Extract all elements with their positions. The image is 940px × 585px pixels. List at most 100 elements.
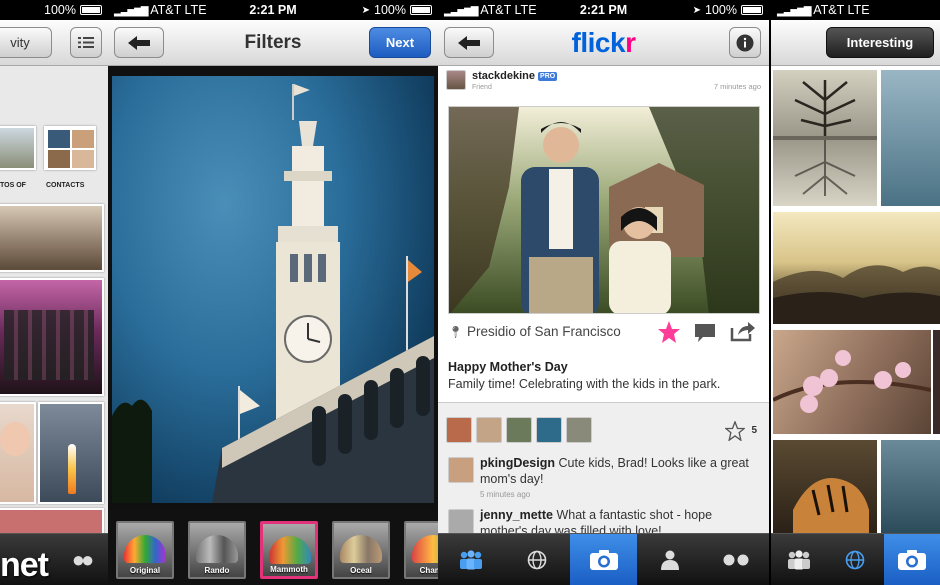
screen-contacts-activity: 100% vity TOS OF CONTACTS ●● net bbox=[0, 0, 108, 585]
filter-label: Oceal bbox=[350, 566, 372, 575]
photo-rocket-launch[interactable] bbox=[38, 402, 104, 504]
camera-icon bbox=[589, 549, 618, 570]
tab-more[interactable] bbox=[703, 534, 769, 585]
comment-icon[interactable] bbox=[694, 323, 716, 343]
photo-tree-reflection[interactable] bbox=[773, 70, 877, 206]
location[interactable]: 📍︎ Presidio of San Francisco bbox=[448, 324, 621, 339]
contact-avatar bbox=[48, 150, 70, 168]
list-view-button[interactable] bbox=[70, 27, 102, 58]
globe-icon bbox=[846, 550, 865, 569]
balloon-icon bbox=[196, 535, 238, 563]
owner-username[interactable]: stackdekine PRO bbox=[472, 70, 558, 82]
share-icon[interactable] bbox=[730, 320, 756, 342]
back-button[interactable] bbox=[114, 27, 164, 58]
filter-strip: Original Rando Mammoth Oceal Chame bbox=[108, 510, 438, 585]
tab-contacts[interactable] bbox=[438, 534, 504, 585]
contacts-caption: CONTACTS bbox=[46, 182, 85, 189]
info-button[interactable] bbox=[729, 27, 761, 58]
relationship-label: Friend bbox=[472, 84, 492, 91]
person-icon bbox=[660, 550, 679, 570]
fave-avatar[interactable] bbox=[506, 417, 532, 443]
tab-explore[interactable] bbox=[504, 534, 570, 585]
logo-part-pink: r bbox=[625, 27, 636, 58]
contact-avatar bbox=[72, 150, 94, 168]
next-button[interactable]: Next bbox=[369, 27, 431, 58]
photo-partial-edge[interactable] bbox=[933, 330, 940, 434]
group-figures bbox=[4, 310, 94, 380]
balloon-icon bbox=[340, 535, 382, 563]
tab-camera[interactable] bbox=[570, 534, 637, 585]
tab-contacts[interactable] bbox=[771, 534, 827, 585]
status-bar: 100% bbox=[0, 0, 108, 20]
photos-of-thumbnail[interactable] bbox=[0, 126, 36, 170]
filter-oceal[interactable]: Oceal bbox=[332, 521, 390, 579]
globe-icon bbox=[527, 550, 547, 569]
contact-avatar bbox=[72, 130, 94, 148]
screen-explore-interesting: ▂▃▅▆▇ AT&T LTE Interesting bbox=[771, 0, 940, 585]
photo-great-wall[interactable] bbox=[0, 204, 104, 272]
fave-avatar[interactable] bbox=[536, 417, 562, 443]
photo-waterfall[interactable] bbox=[881, 440, 940, 535]
network-type: LTE bbox=[847, 3, 870, 17]
photo-blue-object[interactable] bbox=[881, 70, 940, 206]
photo-preview[interactable] bbox=[112, 76, 434, 503]
commenter-name[interactable]: jenny_mette bbox=[480, 508, 553, 522]
tab-camera[interactable] bbox=[883, 534, 940, 585]
tab-more[interactable]: ●● bbox=[54, 534, 108, 585]
segment-label: Interesting bbox=[846, 35, 914, 50]
back-button[interactable] bbox=[444, 27, 494, 58]
owner-avatar[interactable] bbox=[446, 70, 466, 90]
balloon-icon bbox=[124, 535, 166, 563]
filter-original[interactable]: Original bbox=[116, 521, 174, 579]
main-photo[interactable] bbox=[448, 106, 760, 314]
location-arrow-icon: ➤ bbox=[361, 4, 371, 16]
comment-timestamp: 5 minutes ago bbox=[480, 490, 531, 499]
post-timestamp: 7 minutes ago bbox=[713, 82, 761, 91]
photo-cherry-blossoms[interactable] bbox=[773, 330, 931, 434]
logo-part-blue: flick bbox=[571, 27, 626, 58]
commenter-avatar[interactable] bbox=[448, 509, 474, 535]
battery-icon bbox=[80, 5, 102, 15]
fave-avatar[interactable] bbox=[476, 417, 502, 443]
photo-misty-landscape[interactable] bbox=[773, 212, 940, 324]
balloon-icon bbox=[269, 536, 311, 564]
faves-avatars bbox=[446, 417, 592, 443]
comment-item: pkingDesign Cute kids, Brad! Looks like … bbox=[480, 455, 760, 503]
status-bar: ▂▃▅▆▇ AT&T LTE bbox=[771, 0, 940, 20]
photos-of-caption: TOS OF bbox=[0, 182, 26, 189]
location-text: Presidio of San Francisco bbox=[467, 324, 621, 339]
favorites-count: 5 bbox=[751, 425, 757, 436]
carrier-indicator: ▂▃▅▆▇ AT&T LTE bbox=[777, 3, 870, 17]
screen-flickr-photo-detail: ▂▃▅▆▇ AT&T LTE 2:21 PM ➤ 100% flick r st… bbox=[438, 0, 769, 585]
commenter-avatar[interactable] bbox=[448, 457, 474, 483]
commenter-name[interactable]: pkingDesign bbox=[480, 456, 555, 470]
photo-group-people[interactable] bbox=[0, 278, 104, 396]
battery-level: 100% bbox=[705, 3, 737, 17]
tab-explore[interactable] bbox=[827, 534, 883, 585]
contacts-thumbnail[interactable] bbox=[44, 126, 96, 170]
screen-filters: ▂▃▅▆▇ AT&T LTE 2:21 PM ➤ 100% Filters Ne… bbox=[108, 0, 438, 585]
activity-button[interactable]: vity bbox=[0, 27, 52, 58]
more-dots-icon bbox=[723, 554, 749, 565]
fave-avatar[interactable] bbox=[446, 417, 472, 443]
carrier-name: AT&T bbox=[813, 3, 845, 17]
comments-section: 5 pkingDesign Cute kids, Brad! Looks lik… bbox=[438, 402, 769, 538]
favorites-star-outline-icon[interactable] bbox=[725, 421, 745, 441]
photo-description: Family time! Celebrating with the kids i… bbox=[448, 377, 721, 391]
favorite-star-icon[interactable] bbox=[657, 320, 681, 344]
fave-avatar[interactable] bbox=[566, 417, 592, 443]
photo-baby[interactable] bbox=[0, 402, 36, 504]
filter-chame[interactable]: Chame bbox=[404, 521, 438, 579]
filter-mammoth[interactable]: Mammoth bbox=[260, 521, 318, 579]
tab-profile[interactable] bbox=[637, 534, 703, 585]
more-dots-icon: ●● bbox=[71, 546, 94, 572]
ferry-building-illustration bbox=[112, 84, 434, 503]
location-arrow-icon: ➤ bbox=[692, 4, 702, 16]
photo-tiger[interactable] bbox=[773, 440, 877, 535]
username-text: stackdekine bbox=[472, 70, 535, 82]
location-pin-icon: 📍︎ bbox=[448, 325, 464, 339]
tab-bar bbox=[771, 533, 940, 585]
interesting-segment-button[interactable]: Interesting bbox=[826, 27, 934, 58]
info-icon bbox=[736, 34, 754, 51]
filter-rando[interactable]: Rando bbox=[188, 521, 246, 579]
